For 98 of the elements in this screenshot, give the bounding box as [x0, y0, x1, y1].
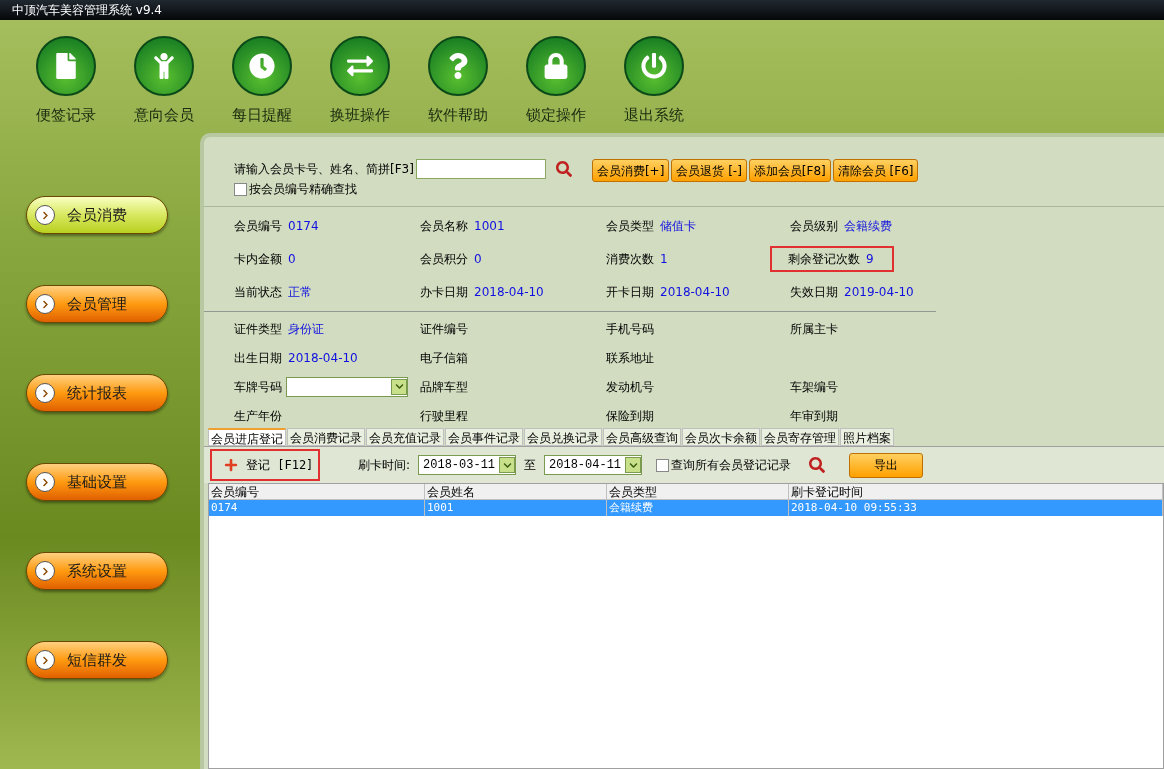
sidebar-item[interactable]: 短信群发	[26, 641, 168, 679]
action-button[interactable]: 会员消费[+]	[591, 159, 670, 182]
register-button[interactable]: 登记 [F12]	[210, 449, 320, 481]
field-label: 会员类型	[606, 218, 654, 235]
search-icon[interactable]	[555, 161, 572, 177]
field-value: 身份证	[288, 320, 324, 338]
dropdown-icon	[625, 457, 642, 473]
checkbox-label: 查询所有会员登记记录	[671, 457, 792, 474]
toolbar-button[interactable]: 换班操作	[316, 36, 404, 133]
field-label: 证件编号	[420, 320, 468, 338]
field-value: 2018-04-10	[660, 284, 730, 301]
plus-icon	[224, 458, 238, 472]
title-bar: 中顶汽车美容管理系统 v9.4	[0, 0, 1164, 20]
dropdown-icon	[391, 378, 407, 395]
toolbar-button[interactable]: 退出系统	[610, 36, 698, 133]
field-value: 正常	[288, 284, 312, 301]
field-value: 会籍续费	[844, 218, 892, 235]
table-cell: 2018-04-10 09:55:33	[789, 500, 1163, 516]
field-label: 电子信箱	[420, 349, 468, 367]
field-value: 2018-04-10	[474, 284, 544, 301]
range-separator: 至	[524, 457, 537, 474]
table-cell: 0174	[209, 500, 425, 516]
tab[interactable]: 会员进店登记	[208, 428, 286, 446]
field-value: 0	[474, 251, 482, 268]
table-cell: 1001	[425, 500, 607, 516]
tab[interactable]: 会员消费记录	[287, 428, 365, 446]
field-label: 会员级别	[790, 218, 838, 235]
toolbar-button[interactable]: 锁定操作	[512, 36, 600, 133]
action-button[interactable]: 清除会员 [F6]	[832, 159, 919, 182]
field-value: 2018-04-10	[288, 349, 358, 367]
search-field[interactable]	[415, 159, 546, 179]
field-label: 联系地址	[606, 349, 654, 367]
field-value: 储值卡	[660, 218, 696, 235]
field-value: 9	[866, 251, 874, 268]
field-label: 会员名称	[420, 218, 468, 235]
field-value: 0	[288, 251, 296, 268]
date-field[interactable]: 2018-03-11	[418, 455, 517, 475]
checkbox-label: 按会员编号精确查找	[249, 181, 357, 198]
search-label: 请输入会员卡号、姓名、简拼[F3]	[234, 161, 414, 178]
export-button[interactable]: 导出	[849, 452, 924, 478]
field-label: 开卡日期	[606, 284, 654, 301]
tab[interactable]: 会员寄存管理	[761, 428, 839, 446]
tab[interactable]: 会员高级查询	[603, 428, 681, 446]
help-icon	[428, 36, 488, 96]
tab[interactable]: 会员次卡余额	[682, 428, 760, 446]
sidebar-item[interactable]: 会员管理	[26, 285, 168, 323]
checkbox[interactable]	[656, 458, 670, 472]
tab[interactable]: 照片档案	[840, 428, 894, 446]
field-label: 证件类型	[234, 320, 282, 338]
field-label: 失效日期	[790, 284, 838, 301]
field-label: 生产年份	[234, 407, 282, 425]
toolbar-button[interactable]: 每日提醒	[218, 36, 306, 133]
date-field[interactable]: 2018-04-11	[544, 455, 643, 475]
field-label: 所属主卡	[790, 320, 838, 338]
tab[interactable]: 会员事件记录	[445, 428, 523, 446]
lock-icon	[526, 36, 586, 96]
toolbar-button[interactable]: 意向会员	[120, 36, 208, 133]
action-button[interactable]: 添加会员[F8]	[748, 159, 831, 182]
checkbox[interactable]	[234, 182, 247, 196]
field-label: 会员积分	[420, 251, 468, 268]
field-label: 消费次数	[606, 251, 654, 268]
dropdown-icon	[499, 457, 516, 473]
toolbar-button[interactable]: 便签记录	[22, 36, 110, 133]
sidebar-item[interactable]: 基础设置	[26, 463, 168, 501]
field-label: 发动机号	[606, 378, 654, 396]
power-icon	[624, 36, 684, 96]
field-label: 手机号码	[606, 320, 654, 338]
tab[interactable]: 会员兑换记录	[524, 428, 602, 446]
plate-dropdown[interactable]	[286, 376, 408, 397]
field-value: 0174	[288, 218, 319, 235]
sidebar-item[interactable]: 系统设置	[26, 552, 168, 590]
filter-label: 刷卡时间:	[358, 457, 411, 474]
field-label: 车牌号码	[234, 378, 282, 396]
field-label: 卡内金额	[234, 251, 282, 268]
field-value: 1	[660, 251, 668, 268]
field-label: 行驶里程	[420, 407, 468, 425]
field-label: 会员编号	[234, 218, 282, 235]
field-value: 2019-04-10	[844, 284, 914, 301]
field-label: 剩余登记次数	[788, 251, 860, 268]
field-label: 车架编号	[790, 378, 838, 396]
sidebar-item[interactable]: 统计报表	[26, 374, 168, 412]
person-icon	[134, 36, 194, 96]
field-label: 品牌车型	[420, 378, 468, 396]
field-label: 办卡日期	[420, 284, 468, 301]
alarm-clock-icon	[232, 36, 292, 96]
table-cell: 会籍续费	[607, 500, 789, 516]
action-button[interactable]: 会员退货 [-]	[671, 159, 747, 182]
field-label: 保险到期	[606, 407, 654, 425]
field-label: 出生日期	[234, 349, 282, 367]
search-icon[interactable]	[809, 457, 826, 473]
tab[interactable]: 会员充值记录	[366, 428, 444, 446]
field-label: 年审到期	[790, 407, 838, 425]
toolbar-button[interactable]: 软件帮助	[414, 36, 502, 133]
sidebar-item[interactable]: 会员消费	[26, 196, 168, 234]
field-label: 当前状态	[234, 284, 282, 301]
document-icon	[36, 36, 96, 96]
exchange-arrows-icon	[330, 36, 390, 96]
field-value: 1001	[474, 218, 505, 235]
